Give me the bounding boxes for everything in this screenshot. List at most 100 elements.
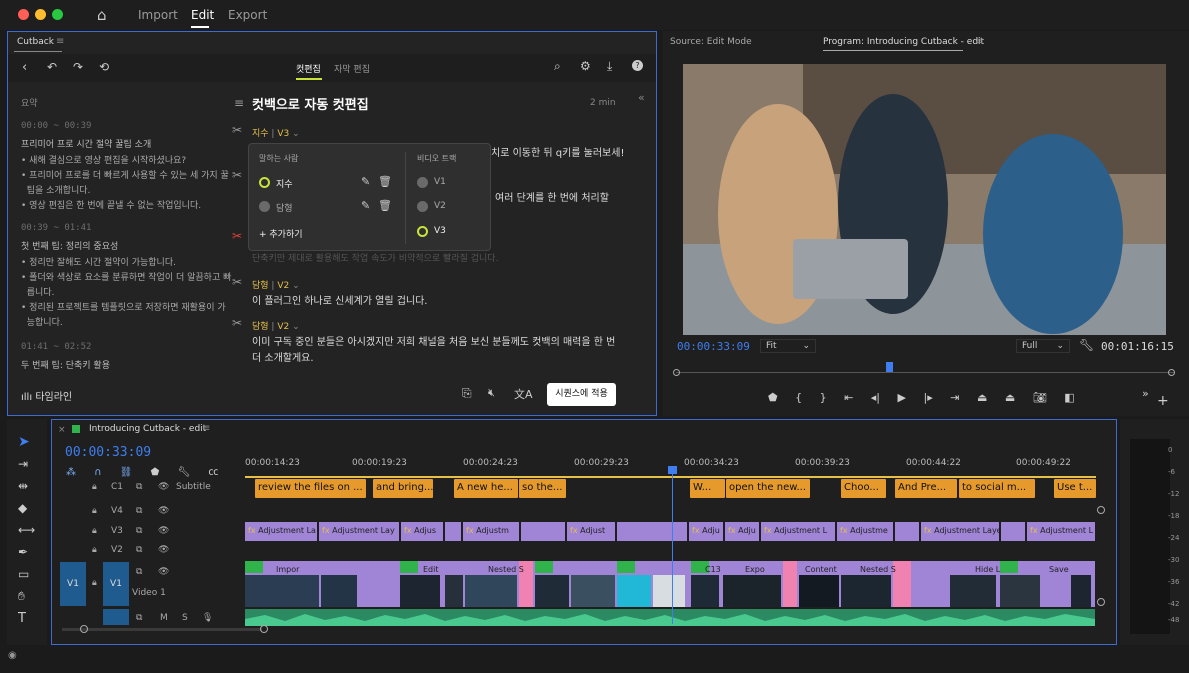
sync-lock-icon[interactable]: ⧉ [136, 506, 142, 516]
transcript-line-cut[interactable]: 단축키만 제대로 활용해도 작업 속도가 비약적으로 빨라질 겁니다. [252, 251, 498, 264]
trash-icon[interactable]: 🗑︎ [378, 199, 392, 212]
camera-icon[interactable]: 📷︎ [1033, 391, 1047, 404]
hand-tool-icon[interactable]: ✋︎ [18, 589, 25, 604]
type-tool-icon[interactable]: T [18, 611, 26, 626]
slip-tool-icon[interactable]: ⟷ [18, 523, 35, 537]
tab-import[interactable]: Import [138, 8, 178, 22]
help-icon[interactable]: ? [632, 60, 643, 71]
program-tab[interactable]: Program: Introducing Cutback - edit [823, 37, 984, 47]
more-controls-icon[interactable]: » [1142, 387, 1149, 400]
track-radio-selected[interactable] [417, 226, 428, 237]
speaker-radio[interactable] [259, 201, 270, 212]
transcript-line[interactable]: 여러 단계를 한 번에 처리할 [495, 189, 609, 204]
section-time[interactable]: 01:41 ~ 02:52 [21, 342, 231, 352]
transcript-line[interactable]: 이미 구독 중인 분들은 아시겠지만 저희 채널을 처음 보신 분들께도 컷백의… [252, 333, 615, 348]
mark-in-icon[interactable]: { [795, 391, 802, 404]
scissors-icon[interactable]: ✂ [232, 123, 242, 137]
gear-icon[interactable]: ⚙ [580, 59, 591, 73]
video-clip-label[interactable]: Expo [745, 565, 765, 574]
eye-icon[interactable]: 👁︎ [158, 506, 169, 516]
adjustment-clip[interactable] [521, 522, 565, 541]
subtitle-clip[interactable]: open the new... [726, 479, 810, 498]
subtitle-clip[interactable]: Choo... [841, 479, 886, 498]
add-button-icon[interactable]: + [1157, 393, 1169, 409]
adjustment-clip[interactable] [445, 522, 461, 541]
go-to-out-icon[interactable]: ⇥ [950, 391, 959, 404]
transcript-line[interactable]: 치로 이동한 뒤 q키를 눌러보세! [491, 144, 624, 159]
captions-icon[interactable]: ㏄ [208, 467, 218, 478]
translate-icon[interactable]: 文A [514, 386, 533, 402]
settings-wrench-icon[interactable]: 🔧︎ [177, 467, 190, 478]
tab-export[interactable]: Export [228, 8, 267, 22]
track-target-v1[interactable]: V1 [103, 562, 129, 606]
scroll-handle-left[interactable] [80, 625, 88, 633]
redo-icon[interactable]: ↷ [73, 60, 83, 74]
panel-menu-icon[interactable]: ≡ [975, 36, 983, 47]
scissors-cut-icon[interactable]: ✂ [232, 229, 242, 243]
pencil-icon[interactable]: ✎ [361, 175, 370, 188]
lock-icon[interactable]: 🔒︎ [92, 545, 97, 555]
export-icon[interactable]: ⎘ [462, 386, 472, 401]
speaker-radio-selected[interactable] [259, 177, 270, 188]
section-time[interactable]: 00:39 ~ 01:41 [21, 223, 231, 233]
speaker-tag[interactable]: 담형 | V2 ⌄ [252, 278, 300, 291]
track-radio[interactable] [417, 177, 428, 188]
lock-icon[interactable]: 🔒︎ [92, 578, 97, 588]
adjustment-clip[interactable]: fx Adju [725, 522, 759, 541]
lock-icon[interactable]: 🔒︎ [92, 482, 97, 492]
timeline-timecode[interactable]: 00:00:33:09 [65, 445, 151, 460]
ripple-edit-tool-icon[interactable]: ⇹ [18, 479, 28, 493]
track-scrollbar[interactable] [62, 628, 262, 631]
pencil-icon[interactable]: ✎ [361, 199, 370, 212]
adjustment-clip[interactable]: fx Adjustment Layer [921, 522, 999, 541]
video-clip-label[interactable]: Content [805, 565, 837, 574]
panel-menu-icon[interactable]: ≡ [202, 423, 210, 434]
program-timecode[interactable]: 00:00:33:09 [677, 340, 750, 353]
subtitle-clip[interactable]: W... [690, 479, 725, 498]
sync-lock-icon[interactable]: ⧉ [136, 613, 142, 623]
eye-icon[interactable]: 👁︎ [158, 482, 169, 492]
eye-icon[interactable]: 👁︎ [158, 526, 169, 536]
sync-lock-icon[interactable]: ⧉ [136, 526, 142, 536]
render-status-icon[interactable]: ◉ [8, 650, 17, 661]
history-icon[interactable]: ⟲ [99, 60, 109, 74]
subtitle-clip[interactable]: so the... [519, 479, 566, 498]
mark-out-icon[interactable]: } [820, 391, 827, 404]
timeline-playhead-handle[interactable] [668, 466, 677, 474]
play-icon[interactable]: ▶ [898, 391, 906, 404]
video-clip-label[interactable]: Hide L [975, 565, 1000, 574]
section-time[interactable]: 00:00 ~ 00:39 [21, 121, 231, 131]
search-icon[interactable]: ⌕ [554, 59, 561, 74]
adjustment-clip[interactable]: fx Adjustment Lay [319, 522, 399, 541]
back-icon[interactable]: ‹ [22, 60, 27, 75]
scrub-end-handle[interactable] [1168, 369, 1175, 376]
mute-icon[interactable]: 🔇︎ [488, 386, 495, 400]
source-patch-v1[interactable]: V1 [60, 562, 86, 606]
mic-icon[interactable]: 🎙︎ [202, 613, 213, 623]
program-playhead[interactable] [886, 362, 893, 372]
subtitle-clip[interactable]: and bring... [373, 479, 433, 498]
video-clip-label[interactable]: C13 [705, 565, 721, 574]
vertical-scroll-handle[interactable] [1097, 598, 1105, 606]
track-target-a1[interactable] [103, 609, 129, 625]
adjustment-clip[interactable]: fx Adjustme [837, 522, 893, 541]
selection-tool-icon[interactable]: ➤ [18, 434, 30, 450]
lock-icon[interactable]: 🔒︎ [92, 526, 97, 536]
apply-to-sequence-button[interactable]: 시퀀스에 적용 [547, 383, 616, 406]
work-area-bar[interactable] [245, 476, 1096, 478]
wrench-icon[interactable]: 🔧︎ [1079, 338, 1094, 352]
adjustment-clip[interactable]: fx Adju [689, 522, 723, 541]
collapse-icon[interactable]: « [638, 91, 645, 104]
extract-icon[interactable]: ⏏ [1005, 391, 1015, 404]
video-clip-label[interactable]: Save [1049, 565, 1069, 574]
adjustment-clip[interactable]: fx Adjustment L [761, 522, 835, 541]
resolution-select[interactable]: Full ⌄ [1016, 339, 1070, 353]
lock-icon[interactable]: 🔒︎ [92, 506, 97, 516]
lift-icon[interactable]: ⏏ [977, 391, 987, 404]
scroll-handle-right[interactable] [260, 625, 268, 633]
track-label[interactable]: V3 [434, 226, 446, 236]
panel-menu-icon[interactable]: ≡ [56, 36, 64, 47]
timeline-tab[interactable]: Introducing Cutback - edit [89, 424, 206, 434]
source-tab[interactable]: Source: Edit Mode [670, 37, 752, 47]
tab-edit[interactable]: Edit [191, 8, 214, 22]
